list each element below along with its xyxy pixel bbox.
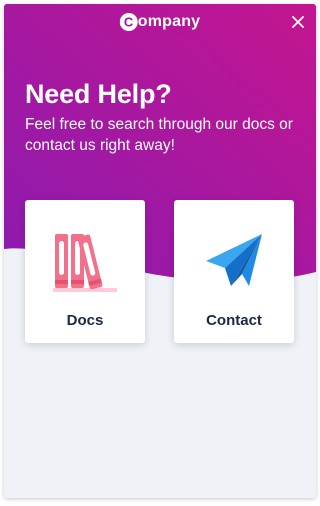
hero: Need Help? Feel free to search through o… [25,78,305,156]
company-logo[interactable]: C ompany [119,13,201,31]
docs-label: Docs [66,312,104,329]
logo-text: ompany [137,13,201,30]
logo-c-icon: C [119,13,138,31]
paper-plane-icon [206,234,262,286]
close-icon[interactable] [288,12,308,32]
logo-letter: C [124,15,134,30]
contact-label: Contact [206,312,262,329]
books-icon [53,234,117,292]
hero-subtitle: Feel free to search through our docs or … [25,116,293,154]
docs-card[interactable]: Docs [25,200,145,343]
contact-card[interactable]: Contact [174,200,294,343]
page-title: Need Help? [25,79,172,109]
header: C ompany [4,4,316,40]
help-widget: C ompany Need Help? Feel free to search … [4,4,316,498]
